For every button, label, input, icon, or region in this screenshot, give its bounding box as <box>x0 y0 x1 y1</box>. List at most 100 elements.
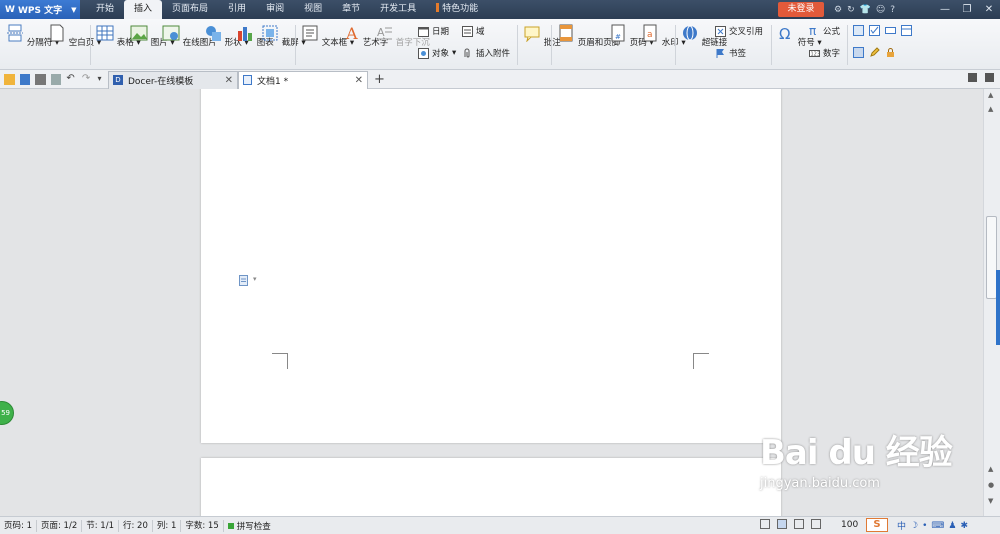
bookmark-button[interactable]: 书签 <box>715 47 746 59</box>
checkbox-control-icon[interactable] <box>869 25 880 36</box>
combobox-control-icon[interactable] <box>885 25 896 36</box>
floating-assistant-bubble[interactable]: 59 <box>0 401 14 425</box>
tab-document1[interactable]: 文档1 * ✕ <box>238 70 368 89</box>
frame-control-icon[interactable] <box>901 25 912 36</box>
save-icon[interactable] <box>19 73 31 85</box>
ribbon-divider <box>675 25 676 65</box>
app-menu-button[interactable]: W WPS 文字 ▼ <box>0 0 80 19</box>
svg-text:Ω: Ω <box>779 25 790 42</box>
tab-references[interactable]: 引用 <box>218 0 256 19</box>
calendar-icon <box>418 26 429 37</box>
side-panel-handle[interactable] <box>996 270 1000 345</box>
tab-view[interactable]: 视图 <box>294 0 332 19</box>
spell-check-toggle[interactable]: 拼写检查 <box>224 520 271 532</box>
zoom-level[interactable]: 100 <box>841 520 858 530</box>
skin-icon[interactable]: 👕 <box>860 5 871 15</box>
tab-insert[interactable]: 插入 <box>124 0 163 19</box>
close-tab-icon[interactable]: ✕ <box>225 75 233 86</box>
app-title: WPS 文字 <box>17 6 63 16</box>
tab-developer[interactable]: 开发工具 <box>370 0 426 19</box>
ribbon-insert: 分隔符 ▾ 空白页 ▾ 表格 ▾ 图片 ▾ 在线图片 形状 ▾ 图表 截屏 ▾ … <box>0 19 1000 70</box>
form-textbox-icon[interactable] <box>853 25 864 36</box>
full-screen-view-icon[interactable] <box>760 519 770 529</box>
ime-language-label[interactable]: 中 <box>897 519 906 532</box>
svg-text:A: A <box>377 26 385 39</box>
tab-docer-templates[interactable]: D Docer-在线模板 ✕ <box>108 70 238 89</box>
user-icon[interactable]: ♟ <box>948 521 956 531</box>
form-controls-row-1 <box>853 25 912 36</box>
svg-text:#: # <box>615 33 621 41</box>
outline-view-icon[interactable] <box>794 519 804 529</box>
web-view-icon[interactable] <box>811 519 821 529</box>
bookmark-flag-icon <box>716 48 724 58</box>
sogou-ime-logo[interactable]: S <box>866 518 888 532</box>
tab-home[interactable]: 开始 <box>86 0 124 19</box>
print-icon[interactable] <box>35 73 46 85</box>
moon-icon[interactable]: ☽ <box>910 521 918 531</box>
paste-options-icon[interactable] <box>239 275 249 286</box>
shape-icon <box>206 26 221 41</box>
tools-icon[interactable]: ✱ <box>960 521 968 531</box>
document-page-2[interactable] <box>201 458 781 516</box>
baidu-jingyan-watermark: Bai du 经验 jingyan.baidu.com <box>760 425 953 491</box>
status-row: 行: 20 <box>119 519 153 532</box>
form-controls-row-2 <box>853 47 896 58</box>
design-mode-icon[interactable] <box>853 47 864 58</box>
help-label[interactable]: ? <box>890 5 895 15</box>
ribbon-collapse-icon[interactable] <box>985 73 994 82</box>
login-button[interactable]: 未登录 <box>778 2 824 17</box>
minimize-icon[interactable]: — <box>934 0 956 19</box>
feedback-icon[interactable]: ☺ <box>876 5 885 15</box>
scroll-up-arrow-icon[interactable]: ▲ <box>988 91 993 99</box>
ribbon-divider <box>847 25 848 65</box>
keyboard-icon[interactable]: ⌨ <box>931 521 944 531</box>
cross-ref-button[interactable]: 交叉引用 <box>715 25 763 37</box>
table-icon <box>96 25 114 41</box>
settings-icon[interactable]: ⚙ <box>834 5 842 15</box>
tab-sections[interactable]: 章节 <box>332 0 370 19</box>
undo-icon[interactable]: ↶ <box>66 73 77 85</box>
screenshot-button[interactable]: 截屏 ▾ <box>261 24 306 48</box>
restore-icon[interactable]: ❐ <box>956 0 978 19</box>
sync-icon[interactable]: ↻ <box>847 5 855 15</box>
lock-icon[interactable] <box>885 47 896 58</box>
tab-special-features-label: 特色功能 <box>442 4 479 14</box>
chart-icon <box>238 27 252 41</box>
new-tab-icon[interactable]: + <box>374 72 385 87</box>
object-button[interactable]: 对象 ▾ <box>418 47 456 59</box>
close-tab-icon[interactable]: ✕ <box>355 75 363 86</box>
attachment-icon <box>464 48 470 57</box>
status-section: 节: 1/1 <box>82 519 119 532</box>
pencil-icon[interactable] <box>869 47 880 58</box>
date-button[interactable]: 日期 <box>418 25 449 37</box>
redo-icon[interactable]: ↷ <box>82 73 93 85</box>
tab-special-features[interactable]: 特色功能 <box>426 0 488 19</box>
attachment-button[interactable]: 插入附件 <box>462 47 510 59</box>
watermark-button[interactable]: a 水印 ▾ <box>641 24 686 48</box>
customize-toolbar-icon[interactable]: ▾ <box>97 74 108 85</box>
menu-bar: W WPS 文字 ▼ 开始 插入 页面布局 引用 审阅 视图 章节 开发工具 特… <box>0 0 1000 19</box>
print-preview-icon[interactable] <box>50 73 62 85</box>
margin-corner-mark <box>693 353 709 369</box>
close-window-icon[interactable]: ✕ <box>978 0 1000 19</box>
tab-list-icon[interactable] <box>968 73 977 82</box>
blank-page-icon <box>50 24 64 42</box>
open-folder-icon[interactable] <box>4 73 15 85</box>
document-page-1[interactable]: ▾ <box>201 89 781 443</box>
tab-review[interactable]: 审阅 <box>256 0 294 19</box>
next-page-icon[interactable]: ▼ <box>988 497 993 505</box>
punctuation-icon[interactable]: • <box>922 521 927 531</box>
number-button[interactable]: 123 数字 <box>809 47 840 59</box>
blank-page-button[interactable]: 空白页 ▾ <box>48 24 101 48</box>
status-word-count[interactable]: 字数: 15 <box>181 519 224 532</box>
select-browse-object-icon[interactable]: ● <box>988 481 994 489</box>
previous-page-icon[interactable]: ▲ <box>988 465 993 473</box>
page-view-icon[interactable] <box>777 519 787 529</box>
field-button[interactable]: 域 <box>462 25 485 37</box>
formula-button[interactable]: π 公式 <box>809 25 840 38</box>
section-break-icon <box>7 24 23 42</box>
tab-page-layout[interactable]: 页面布局 <box>162 0 218 19</box>
comment-button[interactable]: 批注 <box>523 24 561 48</box>
top-icon-group: ⚙ ↻ 👕 ☺ ? <box>834 0 895 19</box>
scroll-up-arrow-icon[interactable]: ▲ <box>988 105 993 113</box>
